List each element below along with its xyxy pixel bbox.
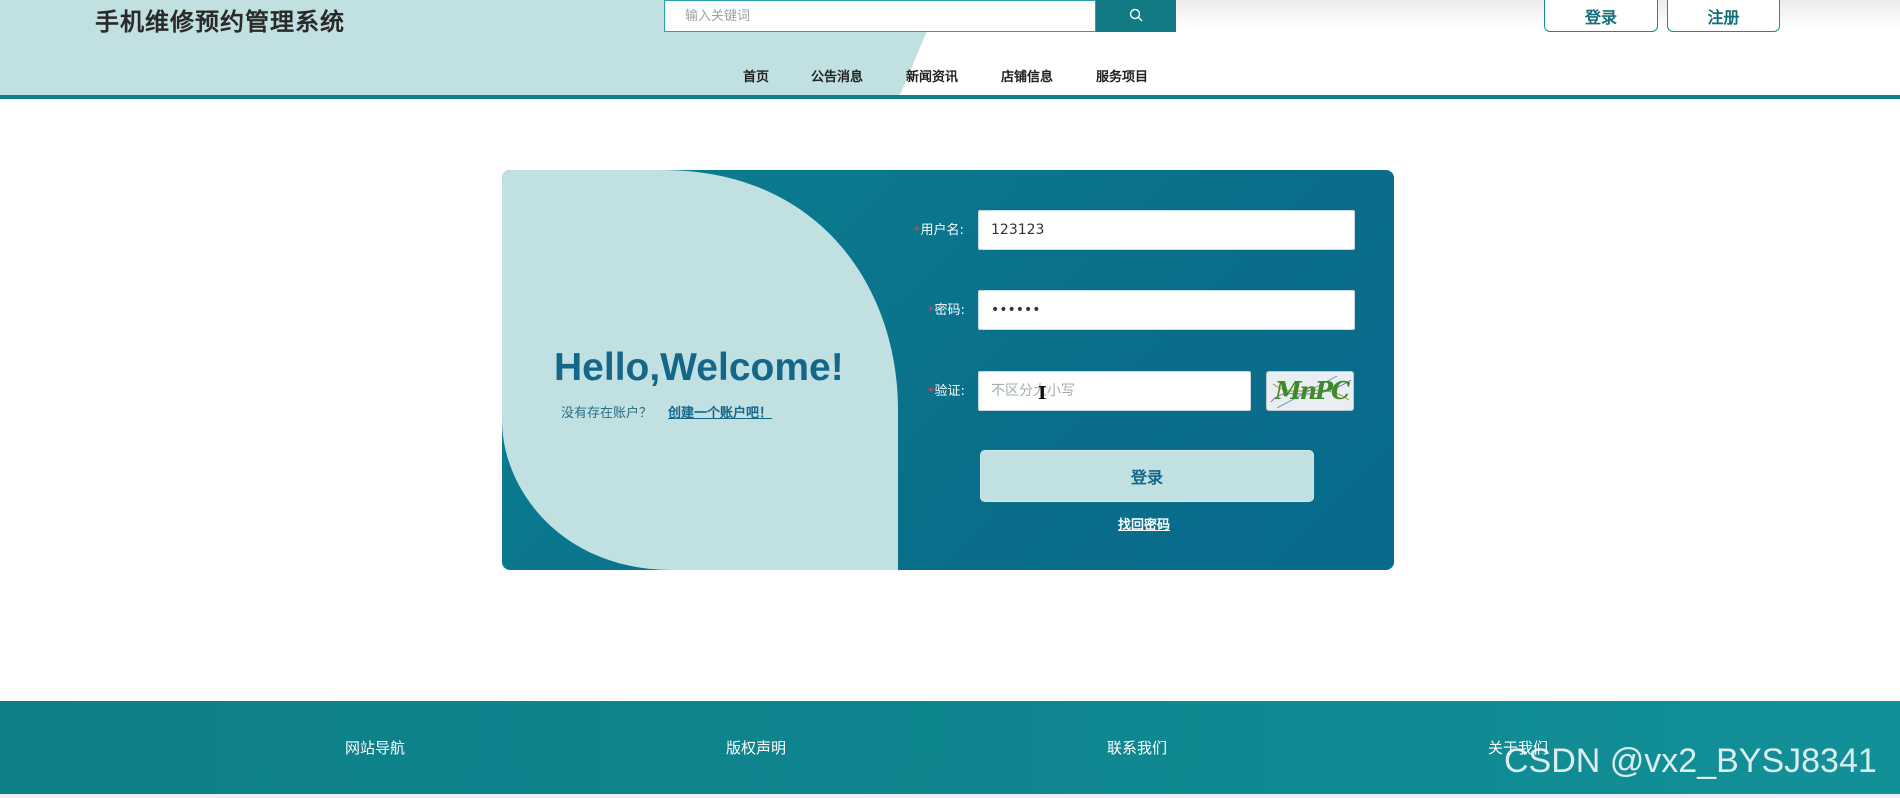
header-login-button[interactable]: 登录 [1544, 0, 1658, 32]
nav-item-shops[interactable]: 店铺信息 [1001, 66, 1053, 85]
required-mark: * [928, 304, 934, 317]
welcome-title: Hello,Welcome! [554, 346, 844, 389]
captcha-image[interactable]: MnPC [1266, 371, 1354, 411]
main-nav: 首页 公告消息 新闻资讯 店铺信息 服务项目 [0, 62, 1900, 88]
captcha-input[interactable] [978, 371, 1251, 411]
no-account-text: 没有存在账户？ [561, 406, 653, 421]
nav-item-home[interactable]: 首页 [743, 66, 769, 85]
search-box [664, 0, 1096, 32]
footer-item-site-nav[interactable]: 网站导航 [345, 737, 405, 758]
search-button[interactable] [1096, 0, 1176, 32]
login-submit-button[interactable]: 登录 [980, 450, 1314, 502]
header-register-button[interactable]: 注册 [1667, 0, 1780, 32]
footer-item-contact[interactable]: 联系我们 [1107, 737, 1167, 758]
footer-bottom-line [0, 794, 1900, 798]
footer-item-copyright[interactable]: 版权声明 [726, 737, 786, 758]
site-title: 手机维修预约管理系统 [95, 8, 345, 36]
site-header: 手机维修预约管理系统 登录 注册 首页 公告消息 新闻资讯 店铺信息 服务项目 [0, 0, 1900, 95]
header-divider [0, 95, 1900, 99]
forgot-password-link[interactable]: 找回密码 [1118, 514, 1170, 533]
username-input[interactable] [978, 210, 1355, 250]
nav-item-services[interactable]: 服务项目 [1096, 66, 1148, 85]
create-account-link[interactable]: 创建一个账户吧！ [668, 402, 772, 421]
password-input[interactable] [978, 290, 1355, 330]
password-label-text: 密码: [934, 303, 965, 318]
search-input[interactable] [665, 1, 1095, 31]
nav-item-news[interactable]: 新闻资讯 [906, 66, 958, 85]
required-mark: * [914, 224, 920, 237]
password-label: *密码: [928, 299, 965, 318]
watermark: CSDN @vx2_BYSJ8341 [1504, 742, 1877, 780]
captcha-label-text: 验证: [934, 384, 965, 399]
nav-item-announcements[interactable]: 公告消息 [811, 66, 863, 85]
search-icon [1129, 7, 1143, 26]
captcha-label: *验证: [928, 380, 965, 399]
login-card: Hello,Welcome! 没有存在账户？ 创建一个账户吧！ *用户名: *密… [502, 170, 1394, 570]
text-cursor-icon: I [1038, 383, 1047, 404]
username-label: *用户名: [914, 219, 964, 238]
username-label-text: 用户名: [920, 223, 964, 238]
captcha-text: MnPC [1275, 376, 1350, 405]
required-mark: * [928, 385, 934, 398]
